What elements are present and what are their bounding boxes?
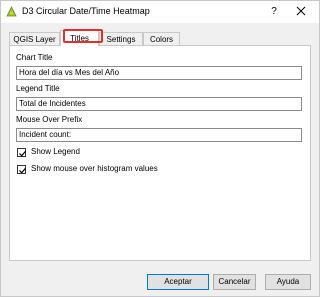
cancel-button[interactable]: Cancelar: [213, 274, 256, 290]
show-histogram-checkbox[interactable]: [17, 165, 26, 174]
close-icon: [296, 6, 306, 16]
legend-title-label: Legend Title: [16, 84, 60, 93]
qgis-app-icon: [6, 6, 17, 17]
help-button[interactable]: Ayuda: [265, 274, 311, 290]
tab-highlight-box: [63, 29, 103, 43]
checkmark-icon: [19, 167, 26, 174]
checkmark-icon: [19, 150, 26, 157]
window-title: D3 Circular Date/Time Heatmap: [22, 6, 150, 16]
mouse-over-prefix-label: Mouse Over Prefix: [16, 115, 83, 124]
title-bar: D3 Circular Date/Time Heatmap ?: [1, 1, 319, 23]
chart-title-label: Chart Title: [16, 53, 53, 62]
show-legend-label: Show Legend: [31, 147, 80, 156]
tab-colors[interactable]: Colors: [143, 32, 180, 45]
mouse-over-prefix-input[interactable]: Incident count:: [16, 128, 302, 142]
help-title-button[interactable]: ?: [267, 4, 281, 19]
dialog-window: D3 Circular Date/Time Heatmap ? QGIS Lay…: [0, 0, 320, 297]
tab-settings[interactable]: Settings: [99, 32, 143, 45]
legend-title-input[interactable]: Total de Incidentes: [16, 97, 302, 111]
accept-button[interactable]: Aceptar: [147, 274, 209, 290]
tab-qgis-layer[interactable]: QGIS Layer: [9, 32, 60, 45]
show-legend-checkbox[interactable]: [17, 148, 26, 157]
close-button[interactable]: [290, 3, 312, 20]
show-histogram-label: Show mouse over histogram values: [31, 164, 158, 173]
chart-title-input[interactable]: Hora del día vs Mes del Año: [16, 66, 302, 80]
